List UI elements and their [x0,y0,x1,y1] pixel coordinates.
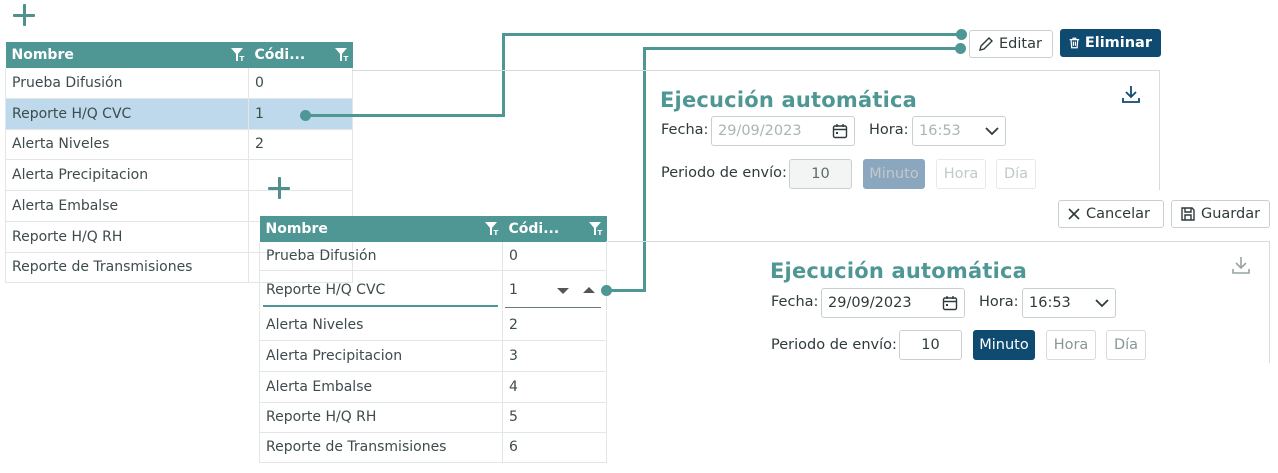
cell-name: Alerta Niveles [259,310,503,341]
filter-icon[interactable]: T [484,222,499,237]
column-header-code[interactable]: Códi... T [248,42,353,68]
table-row[interactable]: Reporte de Transmisiones 6 [259,432,607,463]
download-icon[interactable] [1121,84,1141,104]
code-edit-stepper[interactable]: 1 [502,270,607,311]
unit-day-toggle[interactable]: Día [1106,330,1146,360]
date-label: Fecha: [661,122,709,138]
cell-code: 0 [502,242,607,271]
chevron-down-icon [1095,299,1109,308]
hour-label: Hora: [869,122,909,138]
unit-day-toggle: Día [996,159,1036,189]
connector-line [606,289,646,292]
period-field[interactable]: 10 [899,330,962,360]
edit-field-underline [263,305,498,307]
unit-hour-toggle[interactable]: Hora [1046,330,1096,360]
cell-name: Alerta Embalse [5,190,249,222]
column-header-name[interactable]: Nombre T [5,42,249,68]
cancel-button[interactable]: Cancelar [1058,200,1164,228]
cell-name: Reporte H/Q RH [259,402,503,433]
table-row[interactable]: Alerta Precipitacion [5,159,353,191]
filter-icon[interactable]: T [334,48,349,63]
connector-line [643,47,961,50]
hour-select[interactable]: 16:53 [1022,288,1116,318]
download-icon[interactable] [1231,255,1251,275]
date-label: Fecha: [771,294,819,310]
cell-name: Alerta Precipitacion [5,159,249,191]
cell-code: 3 [502,340,607,372]
date-field[interactable]: 29/09/2023 [821,288,965,318]
table-row[interactable]: Prueba Difusión 0 [259,242,607,271]
calendar-icon[interactable] [942,295,958,311]
table-row[interactable]: Reporte H/Q RH 5 [259,402,607,433]
period-label: Periodo de envío: [771,337,897,353]
connector-line [643,47,646,292]
panel-border [352,70,1160,71]
add-icon[interactable] [266,175,292,201]
cell-code: 2 [248,129,353,160]
connector-line [305,114,505,117]
connector-dot [955,43,966,54]
date-field: 29/09/2023 [711,116,855,146]
table-row[interactable]: Alerta Niveles 2 [259,310,607,341]
cell-code: 5 [502,402,607,433]
cell-name: Reporte de Transmisiones [259,432,503,463]
edit-field-underline [505,307,601,308]
cell-name: Prueba Difusión [259,242,503,271]
connector-line [502,33,505,117]
cell-code: 0 [248,68,353,99]
table-row-editing[interactable]: Reporte H/Q CVC 1 [259,270,607,311]
panel-title: Ejecución automática [770,259,1028,283]
close-icon [1068,208,1080,220]
panel-title: Ejecución automática [660,88,918,112]
trash-icon [1069,37,1080,49]
decrement-icon[interactable] [557,287,569,294]
save-button[interactable]: Guardar [1171,200,1270,228]
name-edit-field[interactable]: Reporte H/Q CVC [259,270,503,311]
unit-minute-toggle: Minuto [863,159,925,189]
unit-hour-toggle: Hora [936,159,986,189]
delete-button[interactable]: Eliminar [1060,29,1161,57]
hour-label: Hora: [979,294,1019,310]
panel-border [606,241,1270,242]
chevron-down-icon [985,127,999,136]
panel-border [1159,70,1160,190]
pencil-icon [979,37,993,51]
cell-name: Alerta Precipitacion [259,340,503,372]
save-icon [1181,207,1195,221]
column-header-name[interactable]: Nombre T [259,216,503,242]
panel-border [1269,241,1270,363]
table-row[interactable]: Alerta Embalse 4 [259,371,607,403]
schedules-grid-edit: Nombre T Códi... T Prueba Difusión 0 Report… [259,216,607,463]
column-header-code[interactable]: Códi... T [502,216,607,242]
connector-line [502,33,962,36]
hour-select: 16:53 [912,116,1006,146]
table-row[interactable]: Alerta Precipitacion 3 [259,340,607,372]
add-icon[interactable] [11,2,37,28]
cell-code: 4 [502,371,607,403]
increment-icon[interactable] [583,286,595,293]
cell-code: 6 [502,432,607,463]
cell-name: Alerta Niveles [5,129,249,160]
unit-minute-toggle[interactable]: Minuto [973,330,1035,360]
table-row[interactable]: Prueba Difusión 0 [5,68,353,99]
period-label: Periodo de envío: [661,165,787,181]
cell-code: 2 [502,310,607,341]
period-field: 10 [789,159,852,189]
cell-name: Reporte H/Q CVC [5,98,249,130]
cell-code [248,159,353,191]
cell-name: Prueba Difusión [5,68,249,99]
cell-name: Alerta Embalse [259,371,503,403]
table-row[interactable]: Alerta Niveles 2 [5,129,353,160]
edit-button[interactable]: Editar [969,30,1053,58]
calendar-icon [832,124,848,139]
filter-icon[interactable]: T [230,48,245,63]
filter-icon[interactable]: T [588,222,603,237]
connector-dot [956,29,967,40]
cell-name: Reporte H/Q RH [5,221,249,253]
cell-name: Reporte de Transmisiones [5,252,249,283]
